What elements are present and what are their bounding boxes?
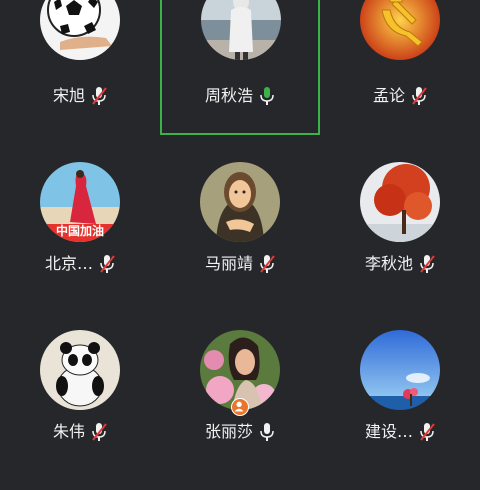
mic-muted-icon[interactable] bbox=[411, 86, 427, 106]
participant-tile-zhouqiuhao[interactable] bbox=[160, 0, 320, 135]
party-emblem-avatar bbox=[360, 0, 440, 60]
participant-name-row: 李秋池 bbox=[320, 254, 480, 274]
participant-name: 北京… bbox=[44, 254, 93, 273]
participant-name-row: 宋旭 bbox=[0, 86, 160, 106]
participant-tile-beijing[interactable]: 中国加油 bbox=[0, 160, 160, 320]
host-badge bbox=[231, 398, 249, 416]
mic-muted-icon[interactable] bbox=[419, 422, 435, 442]
participant-name-row: 建设… bbox=[320, 422, 480, 442]
participant-tile-songxu[interactable] bbox=[0, 0, 160, 140]
mic-on-icon[interactable] bbox=[259, 422, 275, 442]
mic-muted-icon[interactable] bbox=[91, 86, 107, 106]
panda-avatar bbox=[40, 330, 120, 410]
mona-lisa-avatar bbox=[200, 162, 280, 242]
participant-name-row: 张丽莎 bbox=[160, 422, 320, 442]
mic-muted-icon[interactable] bbox=[259, 254, 275, 274]
participant-name: 朱伟 bbox=[52, 422, 85, 441]
blue-sky-sea-avatar bbox=[360, 330, 440, 410]
red-autumn-tree-avatar bbox=[360, 162, 440, 242]
participant-tile-liqiuchi[interactable] bbox=[320, 160, 480, 320]
participant-grid: 宋旭 周秋浩 孟论 中国加油 北京… 马丽靖 李秋池 朱伟 张丽莎 建设… bbox=[0, 0, 480, 480]
participant-tile-zhuwei[interactable] bbox=[0, 330, 160, 490]
participant-name: 张丽莎 bbox=[204, 422, 253, 441]
participant-name: 宋旭 bbox=[52, 86, 85, 105]
mic-muted-icon[interactable] bbox=[99, 254, 115, 274]
participant-tile-malijing[interactable] bbox=[160, 160, 320, 320]
participant-tile-menglun[interactable] bbox=[320, 0, 480, 140]
participant-name-row: 北京… bbox=[0, 254, 160, 274]
mic-muted-icon[interactable] bbox=[419, 254, 435, 274]
participant-name-row: 周秋浩 bbox=[160, 86, 320, 106]
participant-name: 孟论 bbox=[372, 86, 405, 105]
hooded-figure-sea-avatar bbox=[201, 0, 281, 60]
soccer-ball-avatar bbox=[40, 0, 120, 60]
participant-tile-zhanglisha[interactable] bbox=[160, 330, 320, 490]
participant-name-row: 孟论 bbox=[320, 86, 480, 106]
mic-on-icon[interactable] bbox=[259, 86, 275, 106]
participant-name: 周秋浩 bbox=[204, 86, 253, 105]
mic-muted-icon[interactable] bbox=[91, 422, 107, 442]
participant-name: 建设… bbox=[364, 422, 413, 441]
participant-name-row: 朱伟 bbox=[0, 422, 160, 442]
participant-name: 李秋池 bbox=[364, 254, 413, 273]
participant-name: 马丽靖 bbox=[204, 254, 253, 273]
participant-tile-jianshe[interactable] bbox=[320, 330, 480, 490]
avatar-caption: 中国加油 bbox=[55, 224, 104, 238]
participant-name-row: 马丽靖 bbox=[160, 254, 320, 274]
